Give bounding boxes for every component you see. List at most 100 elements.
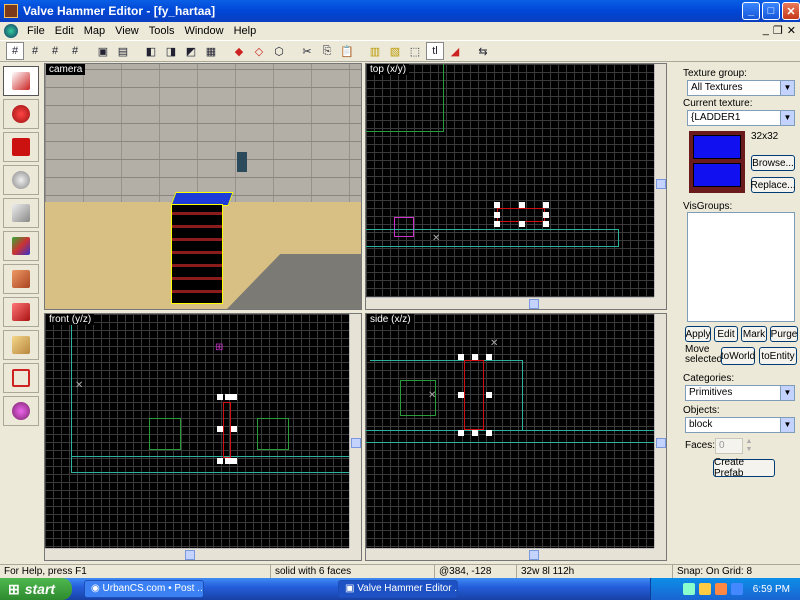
to-entity-button[interactable]: toEntity — [759, 347, 797, 365]
entity-tool-icon[interactable] — [3, 165, 39, 195]
menu-view[interactable]: View — [110, 25, 144, 37]
browse-button[interactable]: Browse... — [751, 155, 795, 171]
menu-edit[interactable]: Edit — [50, 25, 79, 37]
hollow-icon[interactable]: ◇ — [250, 42, 268, 60]
apply-texture-tool-icon[interactable] — [3, 264, 39, 294]
group-icon[interactable]: ▣ — [94, 42, 112, 60]
grid-smaller-icon[interactable]: # — [46, 42, 64, 60]
chevron-down-icon: ▼ — [780, 418, 794, 432]
document-icon[interactable] — [4, 24, 18, 38]
grid-3d-icon[interactable]: # — [26, 42, 44, 60]
firefox-icon: ◉ — [91, 583, 103, 594]
hide-selected-icon[interactable]: ◨ — [162, 42, 180, 60]
decal-tool-icon[interactable] — [3, 297, 39, 327]
tray-icon[interactable] — [698, 583, 711, 595]
to-world-button[interactable]: toWorld — [721, 347, 755, 365]
menu-help[interactable]: Help — [229, 25, 262, 37]
camera-viewport[interactable]: camera — [44, 63, 362, 310]
front-viewport[interactable]: front (y/z) ⊞ ✕ — [44, 313, 362, 561]
cordon-toggle-icon[interactable]: ▧ — [386, 42, 404, 60]
magnify-tool-icon[interactable] — [3, 99, 39, 129]
current-texture-select[interactable]: {LADDER1 ▼ — [687, 110, 795, 126]
cordon-icon[interactable]: ▥ — [366, 42, 384, 60]
grid-larger-icon[interactable]: # — [66, 42, 84, 60]
camera-tool-icon[interactable] — [3, 132, 39, 162]
path-tool-icon[interactable] — [3, 396, 39, 426]
copy-icon[interactable]: ⎘ — [318, 42, 336, 60]
run-map-icon[interactable]: ◢ — [446, 42, 464, 60]
menu-bar: File Edit Map View Tools Window Help — [0, 22, 800, 40]
categories-label: Categories: — [683, 373, 735, 384]
faces-input[interactable]: 0 — [715, 438, 743, 454]
options-icon[interactable]: ⇆ — [474, 42, 492, 60]
tray-icon[interactable] — [714, 583, 727, 595]
title-bar[interactable]: Valve Hammer Editor - [fy_hartaa] _ □ ✕ — [0, 0, 800, 22]
taskbar-item-browser[interactable]: ◉ UrbanCS.com • Post ... — [84, 580, 204, 598]
side-viewport[interactable]: side (x/z) ✕ ✕ — [365, 313, 667, 561]
mdi-controls: _ ❐ ✕ — [763, 24, 796, 37]
entity-icon[interactable]: ⬡ — [270, 42, 288, 60]
mdi-minimize-button[interactable]: _ — [763, 24, 769, 37]
move-selected-label: Move selected — [685, 344, 723, 365]
tray-icon[interactable] — [682, 583, 695, 595]
mark-button[interactable]: Mark — [741, 326, 767, 342]
start-button[interactable]: ⊞ start — [0, 578, 72, 600]
selected-brush-front[interactable] — [223, 402, 231, 458]
selected-brush-top[interactable] — [497, 208, 545, 222]
select-icon[interactable]: ⬚ — [406, 42, 424, 60]
faces-spinner-icon[interactable]: ▲ ▼ — [743, 438, 755, 454]
menu-tools[interactable]: Tools — [144, 25, 180, 37]
visgroups-label: VisGroups: — [683, 201, 733, 212]
texture-tool-icon[interactable] — [3, 231, 39, 261]
selected-brush-side[interactable] — [464, 360, 484, 430]
mdi-restore-button[interactable]: ❐ — [773, 24, 783, 37]
create-prefab-button[interactable]: Create Prefab — [713, 457, 775, 479]
grid-toggle-icon[interactable]: # — [6, 42, 24, 60]
visgroups-list[interactable] — [687, 212, 795, 322]
hammer-icon: ▣ — [345, 583, 358, 594]
pointer-tool-icon[interactable] — [3, 66, 39, 96]
taskbar-item-hammer[interactable]: ▣ Valve Hammer Editor ... — [338, 580, 458, 598]
clock[interactable]: 6:59 PM — [753, 584, 790, 595]
block-tool-icon[interactable] — [3, 198, 39, 228]
apply-button[interactable]: Apply — [685, 326, 711, 342]
top-viewport[interactable]: top (x/y) ✕ — [365, 63, 667, 310]
texture-preview[interactable] — [689, 131, 745, 193]
carve-icon[interactable]: ◆ — [230, 42, 248, 60]
tray-icon[interactable] — [730, 583, 743, 595]
texture-lock-icon[interactable]: ◧ — [142, 42, 160, 60]
paste-icon[interactable]: 📋 — [338, 42, 356, 60]
maximize-button[interactable]: □ — [762, 2, 780, 20]
minimize-button[interactable]: _ — [742, 2, 760, 20]
window-title: Valve Hammer Editor - [fy_hartaa] — [23, 4, 216, 18]
front-viewport-label: front (y/z) — [46, 314, 95, 325]
selected-ladder-brush[interactable] — [171, 204, 223, 304]
menu-file[interactable]: File — [22, 25, 50, 37]
categories-select[interactable]: Primitives ▼ — [685, 385, 795, 401]
vertex-tool-icon[interactable] — [3, 363, 39, 393]
status-bar: For Help, press F1 solid with 6 faces @3… — [0, 564, 800, 578]
menu-map[interactable]: Map — [79, 25, 110, 37]
object-panel: Texture group: All Textures ▼ Current tex… — [683, 66, 798, 564]
camera-viewport-label: camera — [46, 64, 86, 75]
menu-window[interactable]: Window — [179, 25, 228, 37]
show-all-icon[interactable]: ◩ — [182, 42, 200, 60]
mdi-close-button[interactable]: ✕ — [787, 24, 796, 37]
clip-tool-icon[interactable] — [3, 330, 39, 360]
replace-button[interactable]: Replace... — [750, 177, 796, 193]
edit-button[interactable]: Edit — [714, 326, 738, 342]
cut-icon[interactable]: ✂ — [298, 42, 316, 60]
texture-size: 32x32 — [751, 131, 779, 142]
texture-lock-toggle-icon[interactable]: tl — [426, 42, 444, 60]
objects-select[interactable]: block ▼ — [685, 417, 795, 433]
entity-marker — [394, 217, 414, 237]
windows-logo-icon: ⊞ — [8, 580, 20, 597]
status-help: For Help, press F1 — [4, 566, 87, 577]
close-button[interactable]: ✕ — [782, 2, 800, 20]
texture-app-icon[interactable]: ▦ — [202, 42, 220, 60]
ungroup-icon[interactable]: ▤ — [114, 42, 132, 60]
top-viewport-label: top (x/y) — [367, 64, 410, 75]
purge-button[interactable]: Purge — [770, 326, 798, 342]
texture-group-select[interactable]: All Textures ▼ — [687, 80, 795, 96]
status-coordinates: @384, -128 — [434, 565, 514, 578]
